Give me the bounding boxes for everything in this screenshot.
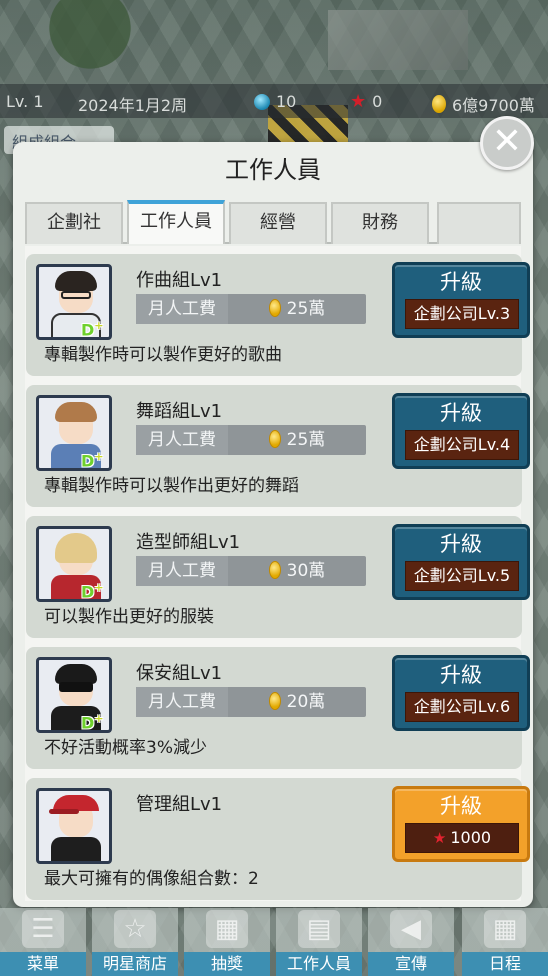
- staff-name: 作曲組Lv1: [136, 270, 223, 291]
- nav-promotion[interactable]: ◀ 宣傳: [368, 908, 454, 976]
- upgrade-label: 升級: [440, 663, 482, 687]
- close-button[interactable]: ✕: [480, 116, 534, 170]
- game-date: 2024年1月2周: [78, 96, 188, 115]
- salary-bar: 月人工費 30萬: [136, 556, 366, 586]
- staff-name: 保安組Lv1: [136, 663, 223, 684]
- upgrade-label: 升級: [440, 270, 482, 294]
- close-icon: ✕: [491, 120, 523, 162]
- tab-finance[interactable]: 財務: [331, 202, 429, 244]
- salary-bar: 月人工費 20萬: [136, 687, 366, 717]
- gem-count: 10: [276, 92, 297, 111]
- upgrade-button-security[interactable]: 升級 企劃公司Lv.6: [392, 655, 530, 731]
- coin-icon: [268, 430, 281, 448]
- bottom-nav: ☰ 菜單 ☆ 明星商店 ▦ 抽獎 ▤ 工作人員 ◀ 宣傳 ▦ 日程: [0, 908, 548, 976]
- dialog-tabs: 企劃社 工作人員 經營 財務: [25, 200, 521, 244]
- staff-name: 舞蹈組Lv1: [136, 401, 223, 422]
- background-roof: [328, 10, 468, 70]
- staff-description: 最大可擁有的偶像組合數：2: [44, 869, 259, 889]
- salary-value: 25萬: [228, 294, 366, 324]
- upgrade-requirement: 企劃公司Lv.6: [405, 692, 519, 722]
- nav-label: 菜單: [0, 952, 86, 976]
- salary-bar: 月人工費 25萬: [136, 425, 366, 455]
- nav-label: 明星商店: [92, 952, 178, 976]
- money-amount: 6億9700萬: [452, 96, 535, 115]
- staff-description: 不好活動概率3%減少: [44, 738, 207, 758]
- composer-avatar: D+: [36, 264, 112, 340]
- nav-label: 抽獎: [184, 952, 270, 976]
- security-avatar: D+: [36, 657, 112, 733]
- salary-value: 30萬: [228, 556, 366, 586]
- star-count: 0: [372, 92, 383, 111]
- staff-card-composer: D+ 作曲組Lv1 月人工費 25萬 專輯製作時可以製作更好的歌曲 升級 企劃公…: [26, 254, 530, 376]
- staff-description: 可以製作出更好的服裝: [44, 607, 214, 627]
- staff-card-stylist: D+ 造型師組Lv1 月人工費 30萬 可以製作出更好的服裝 升級 企劃公司Lv…: [26, 516, 530, 638]
- grade-badge: D+: [81, 581, 104, 602]
- tab-filler: [437, 202, 521, 244]
- upgrade-button-stylist[interactable]: 升級 企劃公司Lv.5: [392, 524, 530, 600]
- salary-label: 月人工費: [136, 556, 228, 586]
- nav-lottery[interactable]: ▦ 抽獎: [184, 908, 270, 976]
- dance-avatar: D+: [36, 395, 112, 471]
- salary-value: 25萬: [228, 425, 366, 455]
- upgrade-button-dance[interactable]: 升級 企劃公司Lv.4: [392, 393, 530, 469]
- gem-counter: 10: [254, 92, 296, 111]
- coin-icon: [432, 95, 446, 113]
- stylist-avatar: D+: [36, 526, 112, 602]
- dialog-title: 工作人員: [225, 156, 321, 184]
- upgrade-requirement: 企劃公司Lv.3: [405, 299, 519, 329]
- star-counter: ★ 0: [350, 92, 382, 111]
- star-icon: ★: [432, 829, 447, 847]
- tab-agency[interactable]: 企劃社: [25, 202, 123, 244]
- staff-card-dance: D+ 舞蹈組Lv1 月人工費 25萬 專輯製作時可以製作出更好的舞蹈 升級 企劃…: [26, 385, 530, 507]
- gift-icon: ▦: [206, 910, 248, 948]
- grade-badge: D+: [81, 450, 104, 471]
- nav-menu[interactable]: ☰ 菜單: [0, 908, 86, 976]
- upgrade-label: 升級: [440, 532, 482, 556]
- upgrade-label: 升級: [440, 401, 482, 425]
- management-avatar: [36, 788, 112, 864]
- status-bar: Lv. 1 2024年1月2周 10 ★ 0 6億9700萬: [0, 84, 548, 118]
- staff-name: 管理組Lv1: [136, 794, 223, 815]
- staff-name: 造型師組Lv1: [136, 532, 241, 553]
- nav-label: 工作人員: [276, 952, 362, 976]
- salary-label: 月人工費: [136, 687, 228, 717]
- staff-description: 專輯製作時可以製作出更好的舞蹈: [44, 476, 299, 496]
- grade-badge: D+: [81, 319, 104, 340]
- tab-staff[interactable]: 工作人員: [127, 200, 225, 244]
- upgrade-button-composer[interactable]: 升級 企劃公司Lv.3: [392, 262, 530, 338]
- salary-bar: 月人工費 25萬: [136, 294, 366, 324]
- upgrade-requirement: 企劃公司Lv.4: [405, 430, 519, 460]
- nav-star-shop[interactable]: ☆ 明星商店: [92, 908, 178, 976]
- calendar-icon: ▦: [484, 910, 526, 948]
- tab-management[interactable]: 經營: [229, 202, 327, 244]
- player-level: Lv. 1: [6, 92, 44, 111]
- coin-icon: [268, 299, 281, 317]
- upgrade-button-management[interactable]: 升級 ★ 1000: [392, 786, 530, 862]
- star-icon: ★: [350, 90, 367, 112]
- salary-label: 月人工費: [136, 425, 228, 455]
- background-tree: [30, 0, 150, 70]
- nav-label: 日程: [462, 952, 548, 976]
- staff-card-security: D+ 保安組Lv1 月人工費 20萬 不好活動概率3%減少 升級 企劃公司Lv.…: [26, 647, 530, 769]
- megaphone-icon: ◀: [390, 910, 432, 948]
- nav-staff[interactable]: ▤ 工作人員: [276, 908, 362, 976]
- salary-label: 月人工費: [136, 294, 228, 324]
- nav-label: 宣傳: [368, 952, 454, 976]
- money-counter: 6億9700萬: [432, 92, 535, 116]
- coin-icon: [268, 692, 281, 710]
- coin-icon: [268, 561, 281, 579]
- id-card-icon: ▤: [298, 910, 340, 948]
- grade-badge: D+: [81, 712, 104, 733]
- nav-schedule[interactable]: ▦ 日程: [462, 908, 548, 976]
- salary-value: 20萬: [228, 687, 366, 717]
- upgrade-requirement: 企劃公司Lv.5: [405, 561, 519, 591]
- staff-card-management: 管理組Lv1 最大可擁有的偶像組合數：2 升級 ★ 1000: [26, 778, 530, 900]
- list-icon: ☰: [22, 910, 64, 948]
- star-icon: ☆: [114, 910, 156, 948]
- staff-description: 專輯製作時可以製作更好的歌曲: [44, 345, 282, 365]
- upgrade-cost: ★ 1000: [405, 823, 519, 853]
- upgrade-label: 升級: [440, 794, 482, 818]
- gem-icon: [254, 93, 270, 110]
- staff-dialog: 工作人員 企劃社 工作人員 經營 財務 D+ 作曲組Lv1 月人工費 25萬 專…: [13, 142, 533, 907]
